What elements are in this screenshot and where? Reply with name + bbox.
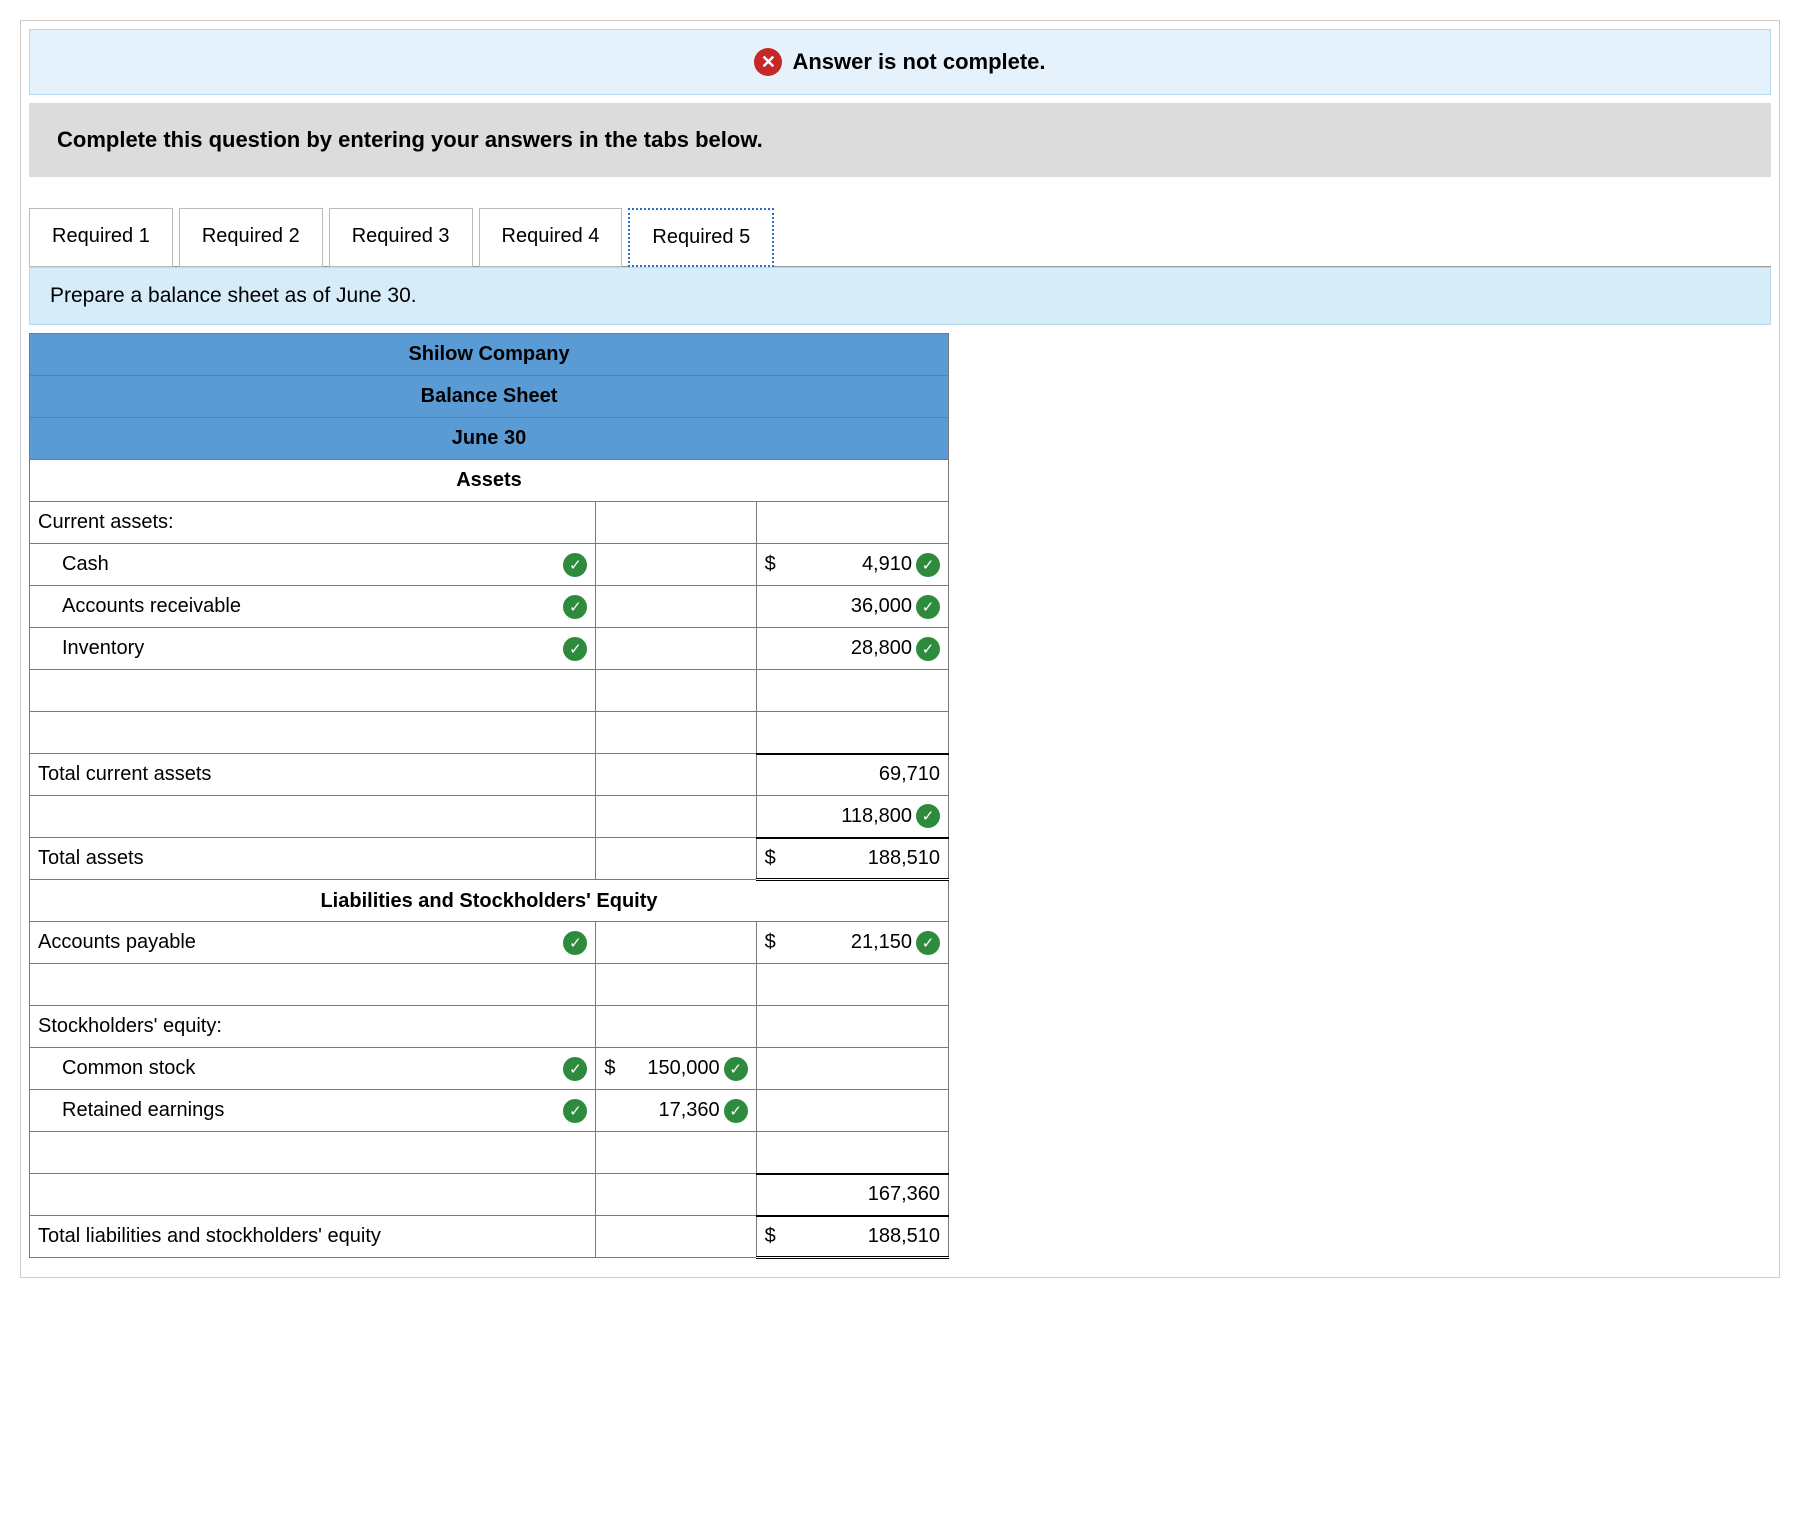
check-icon: ✓ (563, 595, 587, 619)
row-cash: Cash ✓ $ 4,910 ✓ (30, 544, 949, 586)
cash-value: 4,910 (776, 553, 916, 576)
common-value: 150,000 (615, 1057, 723, 1080)
tabs-row: Required 1 Required 2 Required 3 Require… (29, 207, 1771, 267)
company-header: Shilow Company (30, 334, 949, 376)
total-current-value: 69,710 (756, 754, 948, 796)
current-assets-label: Current assets: (30, 502, 596, 544)
check-icon: ✓ (916, 931, 940, 955)
inventory-label: Inventory (38, 637, 144, 660)
question-container: ✕ Answer is not complete. Complete this … (20, 20, 1780, 1278)
ap-label: Accounts payable (38, 931, 196, 954)
tab-required-3[interactable]: Required 3 (329, 208, 473, 267)
check-icon: ✓ (563, 553, 587, 577)
row-blank-3 (30, 964, 949, 1006)
se-label: Stockholders' equity: (30, 1006, 596, 1048)
check-icon: ✓ (563, 637, 587, 661)
ar-label: Accounts receivable (38, 595, 241, 618)
retained-label: Retained earnings (38, 1099, 224, 1122)
row-blank-4 (30, 1132, 949, 1174)
date-header: June 30 (30, 418, 949, 460)
common-label: Common stock (38, 1057, 195, 1080)
total-liab-se-label: Total liabilities and stockholders' equi… (30, 1216, 596, 1258)
ap-value: 21,150 (776, 931, 916, 954)
check-icon: ✓ (563, 931, 587, 955)
total-current-label: Total current assets (30, 754, 596, 796)
total-assets-label: Total assets (30, 838, 596, 880)
prompt-text: Prepare a balance sheet as of June 30. (50, 284, 417, 307)
tab-required-2[interactable]: Required 2 (179, 208, 323, 267)
common-currency: $ (604, 1057, 615, 1080)
check-icon: ✓ (916, 637, 940, 661)
retained-value: 17,360 (604, 1099, 723, 1122)
row-blank-2 (30, 712, 949, 754)
total-liab-se-value: 188,510 (868, 1225, 940, 1247)
row-blank-1 (30, 670, 949, 712)
liab-header: Liabilities and Stockholders' Equity (30, 880, 949, 922)
row-current-assets-label: Current assets: (30, 502, 949, 544)
status-text: Answer is not complete. (792, 49, 1045, 75)
check-icon: ✓ (563, 1057, 587, 1081)
row-total-assets: Total assets $ 188,510 (30, 838, 949, 880)
row-total-liab-se: Total liabilities and stockholders' equi… (30, 1216, 949, 1258)
error-icon: ✕ (754, 48, 782, 76)
row-accounts-receivable: Accounts receivable ✓ 36,000 ✓ (30, 586, 949, 628)
title-header: Balance Sheet (30, 376, 949, 418)
tab-required-5[interactable]: Required 5 (628, 208, 774, 267)
check-icon: ✓ (916, 553, 940, 577)
inventory-value: 28,800 (765, 637, 916, 660)
row-total-current-assets: Total current assets 69,710 (30, 754, 949, 796)
check-icon: ✓ (563, 1099, 587, 1123)
balance-sheet-table: Shilow Company Balance Sheet June 30 Ass… (29, 333, 949, 1259)
instruction-text: Complete this question by entering your … (57, 127, 763, 152)
row-retained-earnings: Retained earnings ✓ 17,360 ✓ (30, 1090, 949, 1132)
prompt-bar: Prepare a balance sheet as of June 30. (29, 267, 1771, 325)
check-icon: ✓ (916, 595, 940, 619)
check-icon: ✓ (724, 1099, 748, 1123)
row-inventory: Inventory ✓ 28,800 ✓ (30, 628, 949, 670)
ar-value: 36,000 (765, 595, 916, 618)
row-other-asset: 118,800 ✓ (30, 796, 949, 838)
row-total-se: 167,360 (30, 1174, 949, 1216)
cash-label: Cash (38, 553, 109, 576)
row-common-stock: Common stock ✓ $ 150,000 ✓ (30, 1048, 949, 1090)
status-banner: ✕ Answer is not complete. (29, 29, 1771, 95)
check-icon: ✓ (724, 1057, 748, 1081)
check-icon: ✓ (916, 804, 940, 828)
instruction-bar: Complete this question by entering your … (29, 103, 1771, 177)
total-assets-value: 188,510 (868, 847, 940, 869)
row-stockholders-equity-label: Stockholders' equity: (30, 1006, 949, 1048)
total-assets-currency: $ (765, 847, 776, 870)
cash-currency: $ (765, 553, 776, 576)
row-accounts-payable: Accounts payable ✓ $ 21,150 ✓ (30, 922, 949, 964)
total-liab-se-currency: $ (765, 1225, 776, 1248)
other-asset-value: 118,800 (765, 805, 916, 828)
tab-required-4[interactable]: Required 4 (479, 208, 623, 267)
total-se-value: 167,360 (756, 1174, 948, 1216)
ap-currency: $ (765, 931, 776, 954)
assets-header: Assets (30, 460, 949, 502)
tab-required-1[interactable]: Required 1 (29, 208, 173, 267)
